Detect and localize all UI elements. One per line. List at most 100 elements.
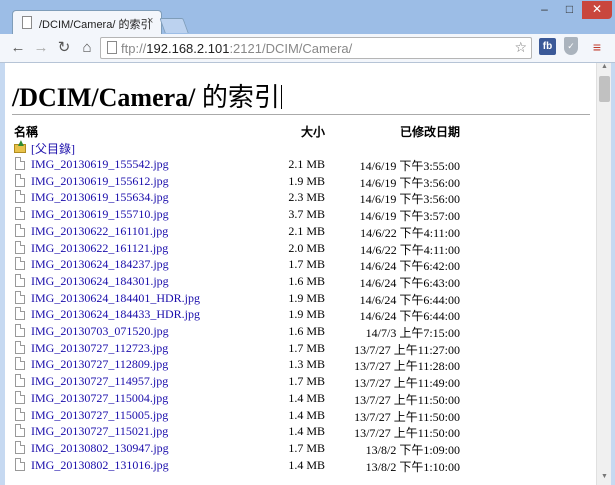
file-link[interactable]: IMG_20130727_114957.jpg [31,374,168,389]
url-text: ftp://192.168.2.101:2121/DCIM/Camera/ [121,41,353,56]
file-link[interactable]: IMG_20130624_184433_HDR.jpg [31,307,200,322]
file-size: 1.3 MB [288,357,325,372]
scroll-up-icon[interactable]: ▲ [597,63,612,75]
tab-active[interactable]: /DCIM/Camera/ 的索引 × [12,10,162,34]
file-row: IMG_20130727_112723.jpg 1.7 MB 13/7/27 上午1… [5,340,596,357]
file-size: 1.7 MB [288,374,325,389]
file-link[interactable]: IMG_20130802_131016.jpg [31,458,169,473]
file-link[interactable]: IMG_20130624_184301.jpg [31,274,169,289]
file-icon [15,440,25,454]
file-modified-date: 14/7/3 上午7:15:00 [365,326,460,340]
file-icon [15,240,25,254]
bookmark-star-icon[interactable]: ☆ [514,39,527,56]
file-link[interactable]: IMG_20130619_155542.jpg [31,157,169,172]
file-link[interactable]: IMG_20130703_071520.jpg [31,324,169,339]
maximize-button[interactable]: □ [557,1,582,19]
file-icon [15,357,25,371]
file-icon [15,324,25,337]
tab-strip: /DCIM/Camera/ 的索引 × – □ ✕ [0,0,615,34]
column-header-size[interactable]: 大小 [265,123,325,140]
minimize-button[interactable]: – [532,1,557,19]
file-icon [15,257,25,271]
file-link[interactable]: IMG_20130619_155612.jpg [31,174,169,189]
page-title: /DCIM/Camera/ 的索引 [12,83,282,112]
file-row: IMG_20130727_115004.jpg 1.4 MB 13/7/27 上午1… [5,390,596,407]
file-modified-date: 14/6/22 下午4:11:00 [360,242,460,257]
file-row: IMG_20130624_184237.jpg 1.7 MB 14/6/24 下午6… [5,256,596,273]
facebook-extension-icon[interactable]: fb [539,38,556,55]
file-size: 1.4 MB [288,407,325,422]
file-modified-date: 13/7/27 上午11:50:00 [354,392,460,407]
file-modified-date: 14/6/24 下午6:43:00 [359,275,460,290]
browser-window: /DCIM/Camera/ 的索引 × – □ ✕ ← → ↻ ⌂ ftp://… [0,0,615,485]
file-link[interactable]: IMG_20130802_130947.jpg [31,441,169,456]
menu-icon[interactable]: ≡ [589,39,605,55]
shield-extension-icon[interactable]: ✓ [564,37,578,55]
file-link[interactable]: IMG_20130619_155710.jpg [31,207,169,222]
home-icon[interactable]: ⌂ [77,38,97,58]
file-row: IMG_20130624_184433_HDR.jpg 1.9 MB 14/6/24… [5,306,596,323]
file-row: IMG_20130727_112809.jpg 1.3 MB 13/7/27 上午1… [5,356,596,373]
file-link[interactable]: IMG_20130727_115005.jpg [31,408,168,423]
file-icon [15,457,25,471]
file-link[interactable]: IMG_20130727_112723.jpg [31,341,168,356]
file-size: 2.3 MB [288,190,325,205]
file-icon [15,307,25,321]
address-bar[interactable]: ftp://192.168.2.101:2121/DCIM/Camera/ ☆ [100,37,532,59]
file-row: IMG_20130622_161121.jpg 2.0 MB 14/6/22 下午4… [5,240,596,257]
file-row: IMG_20130727_114957.jpg 1.7 MB 13/7/27 上午1… [5,373,596,390]
close-tab-icon[interactable]: × [147,15,153,27]
file-icon [15,157,25,170]
file-size: 1.4 MB [288,457,325,472]
file-link[interactable]: IMG_20130622_161101.jpg [31,224,168,239]
file-row: IMG_20130703_071520.jpg 1.6 MB 14/7/3 上午7:… [5,323,596,340]
file-link[interactable]: IMG_20130624_184237.jpg [31,257,169,272]
file-modified-date: 14/6/24 下午6:42:00 [359,259,460,274]
file-icon [15,407,25,421]
reload-icon[interactable]: ↻ [54,38,74,58]
file-size: 2.1 MB [288,157,325,171]
page-icon [107,41,117,54]
file-row: IMG_20130619_155634.jpg 2.3 MB 14/6/19 下午3… [5,189,596,206]
file-row: IMG_20130802_131016.jpg 1.4 MB 13/8/2 下午1:… [5,457,596,474]
file-row: IMG_20130619_155612.jpg 1.9 MB 14/6/19 下午3… [5,173,596,190]
file-link[interactable]: IMG_20130624_184401_HDR.jpg [31,291,200,306]
file-row: IMG_20130624_184301.jpg 1.6 MB 14/6/24 下午6… [5,273,596,290]
vertical-scrollbar[interactable]: ▲ ▼ [596,63,612,485]
file-modified-date: 14/6/19 下午3:57:00 [359,209,460,224]
file-link[interactable]: IMG_20130727_115004.jpg [31,391,168,406]
file-size: 1.6 MB [288,324,325,338]
file-size: 1.9 MB [288,307,325,322]
file-icon [15,273,25,287]
file-size: 1.4 MB [288,424,325,439]
close-window-button[interactable]: ✕ [582,1,612,19]
toolbar: ← → ↻ ⌂ ftp://192.168.2.101:2121/DCIM/Ca… [0,34,615,63]
file-modified-date: 14/6/24 下午6:44:00 [359,292,460,307]
column-header-modified[interactable]: 已修改日期 [345,123,460,140]
file-link[interactable]: IMG_20130727_115021.jpg [31,424,168,439]
forward-icon[interactable]: → [31,38,51,58]
scrollbar-thumb[interactable] [599,76,610,102]
file-modified-date: 14/6/22 下午4:11:00 [360,225,460,240]
file-link[interactable]: IMG_20130727_112809.jpg [31,357,168,372]
file-modified-date: 14/6/24 下午6:44:00 [359,309,460,324]
parent-directory-link[interactable]: [父目錄] [31,140,75,157]
file-link[interactable]: IMG_20130622_161121.jpg [31,241,168,256]
file-size: 1.6 MB [288,273,325,288]
file-row: IMG_20130727_115021.jpg 1.4 MB 13/7/27 上午1… [5,423,596,440]
file-row: IMG_20130802_130947.jpg 1.7 MB 13/8/2 下午1:… [5,440,596,457]
window-border [611,63,615,485]
file-size: 1.9 MB [288,290,325,305]
file-size: 1.7 MB [288,257,325,272]
file-size: 3.7 MB [288,207,325,222]
file-modified-date: 13/7/27 上午11:28:00 [354,359,460,374]
file-modified-date: 13/8/2 下午1:09:00 [365,442,460,457]
file-modified-date: 14/6/19 下午3:56:00 [359,175,460,190]
back-icon[interactable]: ← [8,38,28,58]
new-tab-button[interactable] [159,18,189,33]
file-link[interactable]: IMG_20130619_155634.jpg [31,190,169,205]
scroll-down-icon[interactable]: ▼ [597,473,612,485]
file-size: 1.7 MB [288,440,325,455]
file-size: 1.4 MB [288,390,325,405]
file-row: IMG_20130619_155710.jpg 3.7 MB 14/6/19 下午3… [5,206,596,223]
